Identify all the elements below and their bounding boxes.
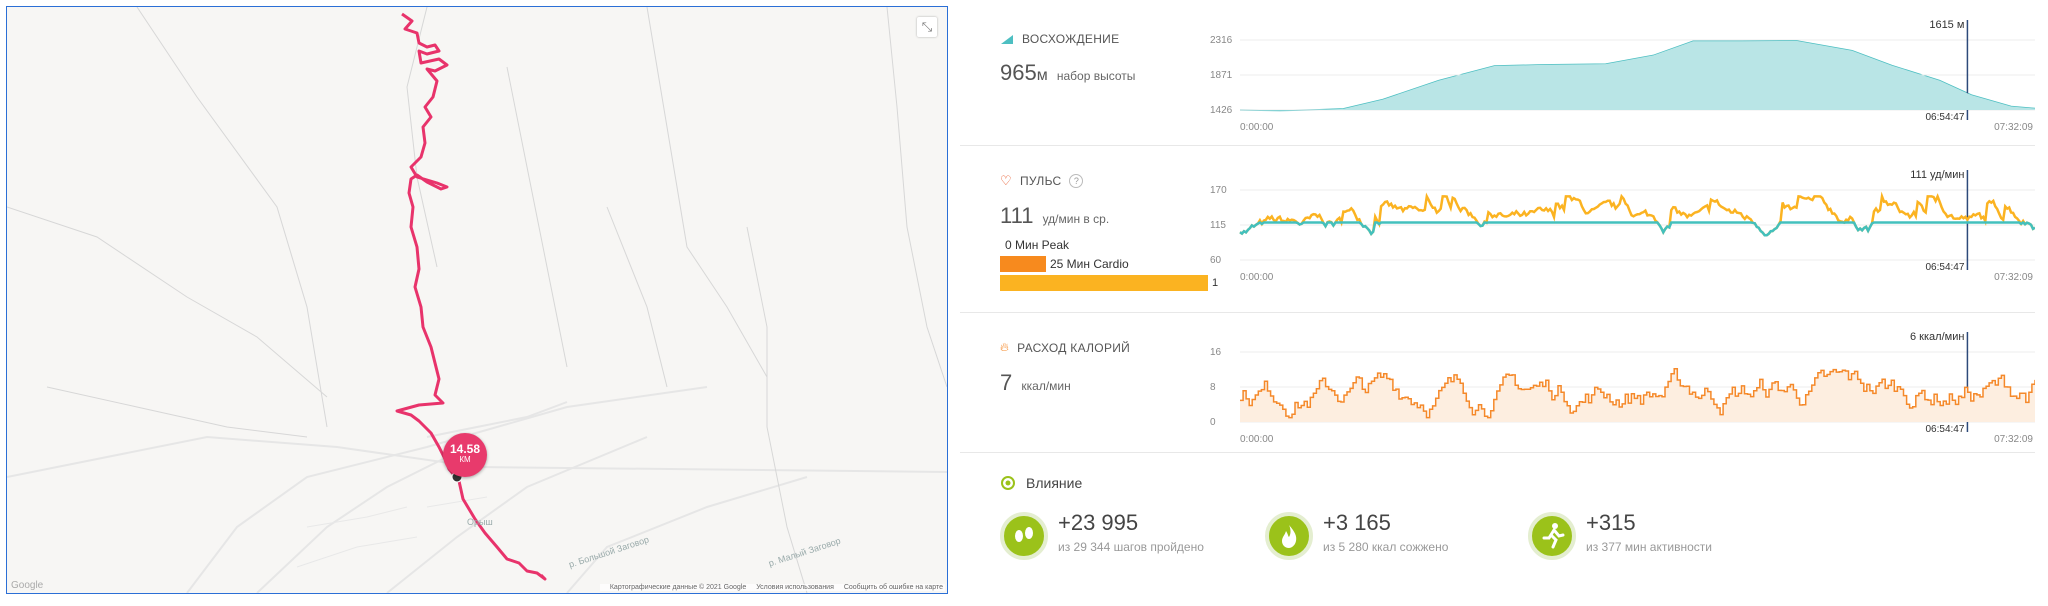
heart-rate-line-below bbox=[1239, 220, 2035, 237]
heart-chart[interactable]: 170 115 60 0:00:00 07:32:09 111 уд/мин 06:54:4… bbox=[1210, 153, 2035, 298]
elevation-header: ВОСХОЖДЕНИЕ bbox=[1000, 32, 1119, 46]
heart-value-block: 111 уд/мин в ср. bbox=[1000, 203, 1109, 229]
calories-chart[interactable]: 16 8 0 0:00:00 07:32:09 6 ккал/мин 06:54:47 bbox=[1210, 317, 2035, 462]
y-tick-label: 1871 bbox=[1210, 70, 1233, 81]
calories-value: 7 bbox=[1000, 370, 1013, 395]
time-end-label: 07:32:09 bbox=[1994, 272, 2033, 283]
calories-impact-sub: из 5 280 ккал сожжено bbox=[1323, 540, 1449, 554]
time-end-label: 07:32:09 bbox=[1994, 434, 2033, 445]
calories-value-block: 7 ккал/мин bbox=[1000, 370, 1071, 396]
impact-title: Влияние bbox=[1026, 475, 1083, 491]
active-minutes-value: +315 bbox=[1586, 510, 1636, 535]
cursor-time-label: 06:54:47 bbox=[1925, 424, 1964, 435]
calories-impact-value: +3 165 bbox=[1323, 510, 1391, 535]
map-attribution: Картографические данные © 2021 Google Ус… bbox=[599, 584, 945, 591]
cursor-time-label: 06:54:47 bbox=[1925, 112, 1964, 123]
zone-cardio: 25 Мин Cardio bbox=[1000, 256, 1129, 272]
y-tick-label: 1426 bbox=[1210, 105, 1233, 116]
route-map[interactable]: Орыш р. Большой Заговор р. Малый Заговор… bbox=[6, 6, 948, 594]
cursor-value-label: 1615 м bbox=[1929, 19, 1964, 31]
elevation-chart[interactable]: 2316 1871 1426 0:00:00 07:32:09 1615 м 06:54:4… bbox=[1210, 0, 2035, 145]
elevation-value-block: 965м набор высоты bbox=[1000, 60, 1135, 86]
steps-value: +23 995 bbox=[1058, 510, 1139, 535]
y-tick-label: 170 bbox=[1210, 185, 1227, 196]
distance-value: 14.58 bbox=[449, 442, 481, 456]
y-tick-label: 60 bbox=[1210, 255, 1222, 266]
map-canvas bbox=[7, 7, 947, 593]
google-logo: Google bbox=[11, 580, 44, 591]
y-tick-label: 2316 bbox=[1210, 35, 1233, 46]
zone-cardio-label: 25 Мин Cardio bbox=[1050, 257, 1129, 271]
flame-icon: 🔥︎ bbox=[1000, 340, 1010, 354]
cursor-time-label: 06:54:47 bbox=[1925, 262, 1964, 273]
elevation-value: 965 bbox=[1000, 60, 1037, 85]
distance-unit: КМ bbox=[459, 455, 471, 464]
heart-title: ПУЛЬС bbox=[1019, 174, 1062, 188]
calories-unit: ккал/мин bbox=[1021, 379, 1071, 393]
runner-icon bbox=[1528, 512, 1576, 560]
zone-cardio-bar bbox=[1000, 256, 1046, 272]
elevation-desc: набор высоты bbox=[1056, 69, 1136, 83]
heart-header: ♡ ПУЛЬС ? bbox=[1000, 173, 1084, 189]
heart-unit: уд/мин в ср. bbox=[1042, 212, 1110, 226]
elevation-title: ВОСХОЖДЕНИЕ bbox=[1022, 32, 1120, 46]
y-tick-label: 0 bbox=[1210, 417, 1216, 428]
calories-title: РАСХОД КАЛОРИЙ bbox=[1017, 340, 1131, 355]
time-start-label: 0:00:00 bbox=[1240, 122, 1274, 133]
calories-header: 🔥︎ РАСХОД КАЛОРИЙ bbox=[1000, 340, 1130, 355]
heart-value: 111 bbox=[1000, 203, 1034, 228]
heart-rate-line-above bbox=[1239, 191, 2035, 237]
zone-fatburn-bar bbox=[1000, 275, 1208, 291]
y-tick-label: 115 bbox=[1210, 220, 1226, 231]
flame-icon bbox=[1265, 512, 1313, 560]
report-error-link[interactable]: Сообщить об ошибке на карте bbox=[844, 584, 943, 591]
time-start-label: 0:00:00 bbox=[1240, 434, 1274, 445]
target-icon bbox=[1001, 476, 1015, 490]
cursor-value-label: 6 ккал/мин bbox=[1910, 331, 1964, 343]
elevation-area bbox=[1240, 40, 2035, 111]
active-minutes-sub: из 377 мин активности bbox=[1586, 540, 1712, 554]
steps-sub: из 29 344 шагов пройдено bbox=[1058, 540, 1204, 554]
impact-calories: +3 165 из 5 280 ккал сожжено bbox=[1265, 508, 1505, 578]
impact-active: +315 из 377 мин активности bbox=[1528, 508, 1768, 578]
time-start-label: 0:00:00 bbox=[1240, 272, 1274, 283]
y-tick-label: 16 bbox=[1210, 347, 1222, 358]
heart-section: ♡ ПУЛЬС ? 111 уд/мин в ср. 0 Мин Peak 25… bbox=[960, 145, 2035, 313]
heart-icon: ♡ bbox=[1000, 173, 1012, 188]
zone-fatburn: 1 bbox=[1000, 275, 1218, 291]
distance-badge: 14.58 КМ bbox=[443, 433, 487, 477]
calories-section: 🔥︎ РАСХОД КАЛОРИЙ 7 ккал/мин 16 8 0 0:00:00… bbox=[960, 312, 2035, 453]
time-end-label: 07:32:09 bbox=[1994, 122, 2033, 133]
elevation-unit: м bbox=[1036, 67, 1048, 84]
terms-link[interactable]: Условия использования bbox=[756, 584, 834, 591]
cursor-value-label: 111 уд/мин bbox=[1910, 169, 1964, 181]
place-label: Орыш bbox=[467, 517, 493, 527]
fullscreen-exit-icon[interactable]: ⤡ bbox=[917, 17, 937, 37]
route-path bbox=[395, 12, 547, 581]
impact-header: Влияние bbox=[1000, 475, 1082, 491]
zone-peak-label: 0 Мин Peak bbox=[1005, 238, 1070, 252]
footsteps-icon bbox=[1000, 512, 1048, 560]
mountain-icon bbox=[1001, 35, 1013, 44]
elevation-section: ВОСХОЖДЕНИЕ 965м набор высоты 2316 1871 14… bbox=[960, 0, 2035, 146]
help-icon[interactable]: ? bbox=[1069, 174, 1084, 188]
impact-steps: +23 995 из 29 344 шагов пройдено bbox=[1000, 508, 1240, 578]
map-data-credit: Картографические данные © 2021 Google bbox=[609, 584, 747, 591]
y-tick-label: 8 bbox=[1210, 382, 1216, 393]
